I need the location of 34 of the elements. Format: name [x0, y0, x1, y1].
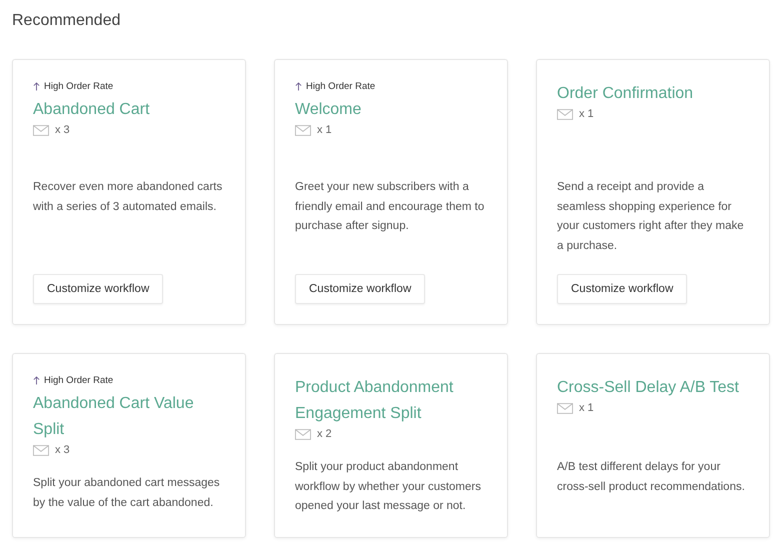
badge-label: High Order Rate [306, 80, 376, 92]
card-description: Split your abandoned cart messages by the value of the cart abandoned. [33, 476, 221, 510]
email-count: x 3 [55, 444, 70, 456]
customize-workflow-button[interactable]: Customize workflow [33, 274, 164, 304]
customize-workflow-button[interactable]: Customize workflow [295, 274, 426, 304]
email-count: x 2 [317, 428, 332, 440]
arrow-up-icon [295, 82, 302, 90]
card-description: Send a receipt and provide a seamless shopping experience for your customers right after they make a purchase. [557, 180, 745, 254]
card-title[interactable]: Abandoned Cart [33, 97, 225, 123]
card-title[interactable]: Abandoned Cart Value Split [33, 391, 225, 443]
card-title[interactable]: Cross-Sell Delay A/B Test [557, 375, 749, 401]
card-title[interactable]: Welcome [295, 97, 487, 123]
envelope-icon [33, 444, 49, 456]
email-count: x 1 [317, 124, 332, 136]
email-count: x 1 [579, 108, 594, 120]
section-heading: Recommended [12, 12, 122, 30]
envelope-icon [557, 402, 573, 414]
card-title[interactable]: Product Abandonment Engagement Split [295, 375, 487, 427]
card-description: A/B test different delays for your cross-sell product recommendations. [557, 460, 746, 494]
customize-workflow-button[interactable]: Customize workflow [557, 274, 688, 304]
email-count: x 1 [579, 402, 594, 414]
arrow-up-icon [33, 82, 40, 90]
envelope-icon [33, 124, 49, 136]
envelope-icon [295, 124, 311, 136]
envelope-icon [295, 428, 311, 440]
badge-label: High Order Rate [44, 374, 114, 386]
arrow-up-icon [33, 376, 40, 384]
card-description: Split your product abandonment workflow by whether your customers opened your last message or not. [295, 460, 482, 514]
email-count: x 3 [55, 124, 70, 136]
card-description: Recover even more abandoned carts with a series of 3 automated emails. [33, 180, 224, 214]
card-title[interactable]: Order Confirmation [557, 81, 749, 107]
badge-label: High Order Rate [44, 80, 114, 92]
envelope-icon [557, 108, 573, 120]
card-description: Greet your new subscribers with a friendly email and encourage them to purchase after signup. [295, 180, 486, 234]
